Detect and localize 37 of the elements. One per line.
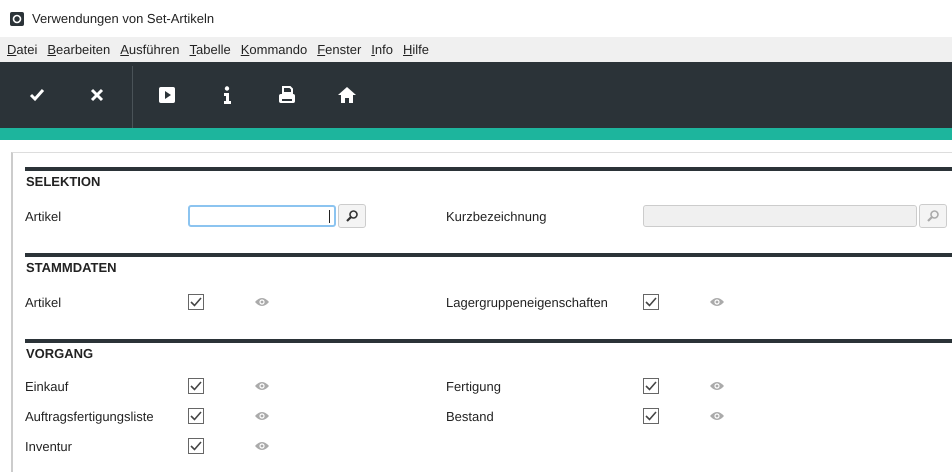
- checkbox[interactable]: [643, 294, 659, 310]
- checkbox[interactable]: [188, 438, 204, 454]
- field-label: Bestand: [446, 408, 495, 424]
- menu-item[interactable]: Datei: [7, 42, 38, 57]
- text-cursor: [329, 210, 330, 223]
- checkbox[interactable]: [188, 294, 204, 310]
- menu-item[interactable]: Bearbeiten: [47, 42, 110, 57]
- menu-item[interactable]: Fenster: [317, 42, 362, 57]
- menu-item[interactable]: Kommando: [240, 42, 308, 57]
- search-icon: [926, 209, 940, 223]
- play-icon[interactable]: [157, 85, 177, 105]
- input-field[interactable]: [188, 205, 336, 227]
- app-logo-icon: [10, 12, 24, 26]
- section-heading: VORGANG: [25, 345, 94, 363]
- field-label: Lagergruppeneigenschaften: [446, 294, 609, 310]
- field-label: Einkauf: [25, 378, 70, 394]
- section-heading: SELEKTION: [25, 173, 102, 191]
- checkbox[interactable]: [643, 378, 659, 394]
- menu-item[interactable]: Info: [371, 42, 393, 57]
- search-button[interactable]: [338, 204, 366, 228]
- checkbox[interactable]: [188, 408, 204, 424]
- checkbox[interactable]: [188, 378, 204, 394]
- field-label: Artikel: [25, 208, 62, 224]
- field-label: Auftragsfertigungsliste: [25, 408, 155, 424]
- printer-icon[interactable]: [277, 85, 297, 105]
- field-label: Fertigung: [446, 378, 502, 394]
- menu-item[interactable]: Tabelle: [190, 42, 231, 57]
- section-heading: STAMMDATEN: [25, 259, 118, 277]
- field-label: Artikel: [25, 294, 62, 310]
- home-icon[interactable]: [337, 85, 357, 105]
- menu-item[interactable]: Hilfe: [403, 42, 430, 57]
- search-icon: [345, 209, 359, 223]
- window-title: Verwendungen von Set-Artikeln: [32, 11, 214, 26]
- menu-item[interactable]: Ausführen: [120, 42, 180, 57]
- field-label: Kurzbezeichnung: [446, 208, 548, 224]
- field-label: Inventur: [25, 438, 73, 454]
- checkbox[interactable]: [643, 408, 659, 424]
